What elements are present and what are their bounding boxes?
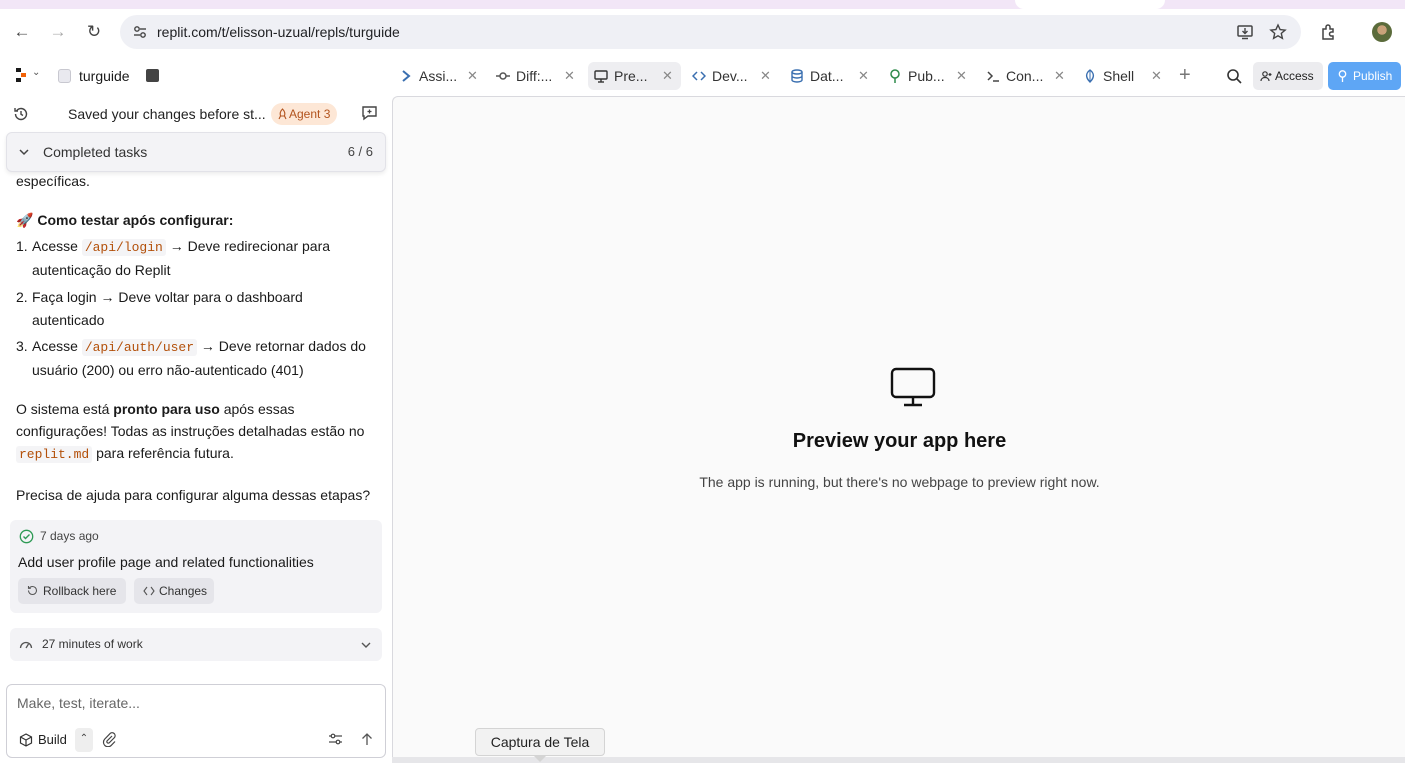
checkpoint-title: Add user profile page and related functi…	[18, 554, 314, 570]
work-duration-toggle[interactable]: 27 minutes of work	[10, 628, 382, 661]
browser-tab-strip	[0, 0, 1405, 9]
tab-devtools[interactable]: Dev... ✕	[686, 62, 776, 90]
chat-input-placeholder[interactable]: Make, test, iterate...	[17, 695, 140, 711]
check-circle-icon	[19, 529, 34, 544]
checkpoint-time: 7 days ago	[40, 529, 99, 543]
preview-title: Preview your app here	[792, 430, 1007, 452]
reload-icon[interactable]: ↻	[84, 22, 104, 42]
list-item: 3. Acesse /api/auth/user → Deve retornar…	[16, 338, 366, 378]
gauge-icon	[19, 641, 33, 649]
history-icon	[27, 585, 38, 596]
checkpoint-card: 7 days ago Add user profile page and rel…	[10, 520, 382, 613]
tooltip: Captura de Tela	[475, 728, 605, 756]
test-heading: 🚀 Como testar após configurar:	[16, 212, 234, 228]
chevron-up-icon[interactable]: ⌃	[75, 728, 93, 752]
tab-diff[interactable]: Diff:... ✕	[490, 62, 580, 90]
monitor-icon	[594, 70, 608, 83]
database-icon	[791, 69, 803, 83]
close-icon[interactable]: ✕	[467, 62, 478, 90]
question-text: Precisa de ajuda para configurar alguma …	[16, 487, 371, 503]
preview-pane: Preview your app here The app is running…	[392, 96, 1405, 759]
summary-paragraph: O sistema está pronto para uso após essa…	[16, 401, 365, 463]
user-plus-icon	[1260, 71, 1272, 82]
project-name[interactable]: turguide	[79, 68, 130, 84]
tab-database[interactable]: Dat... ✕	[784, 62, 874, 90]
message-text: específicas.	[16, 173, 90, 189]
tooltip-arrow	[534, 756, 546, 762]
close-icon[interactable]: ✕	[1151, 62, 1162, 90]
settings-sliders-icon[interactable]	[328, 732, 343, 746]
browser-toolbar: ← → ↻ replit.com/t/elisson-uzual/repls/t…	[0, 9, 1405, 55]
tab-console[interactable]: Con... ✕	[980, 62, 1070, 90]
close-icon[interactable]: ✕	[662, 62, 673, 90]
tab-publishing[interactable]: Pub... ✕	[882, 62, 972, 90]
bookmark-star-icon[interactable]	[1269, 23, 1287, 41]
rocket-icon: 🚀	[16, 212, 34, 228]
send-arrow-up-icon[interactable]	[360, 732, 374, 746]
new-chat-icon[interactable]	[361, 105, 378, 121]
rollback-button[interactable]: Rollback here	[18, 578, 126, 604]
git-commit-icon	[496, 72, 510, 80]
completed-tasks-toggle[interactable]: Completed tasks 6 / 6	[6, 132, 386, 172]
inline-code: /api/auth/user	[81, 339, 198, 356]
stop-button[interactable]	[146, 69, 159, 82]
list-item: 2. Faça login → Deve voltar para o dashb…	[16, 289, 303, 328]
agent-icon	[402, 70, 411, 82]
close-icon[interactable]: ✕	[1054, 62, 1065, 90]
monitor-icon	[890, 367, 936, 407]
close-icon[interactable]: ✕	[956, 62, 967, 90]
preview-subtitle: The app is running, but there's no webpa…	[699, 474, 1100, 490]
cube-icon	[19, 733, 33, 747]
list-item: 1. Acesse /api/login → Deve redirecionar…	[16, 238, 331, 278]
back-icon[interactable]: ←	[12, 22, 32, 42]
address-bar[interactable]: replit.com/t/elisson-uzual/repls/turguid…	[120, 15, 1301, 49]
project-icon	[58, 69, 71, 83]
tab-assistant[interactable]: Assi... ✕	[393, 62, 485, 90]
inline-code: replit.md	[16, 446, 93, 463]
close-icon[interactable]: ✕	[858, 62, 869, 90]
new-tab-plus-icon[interactable]: +	[1179, 64, 1191, 87]
search-icon[interactable]	[1226, 68, 1242, 84]
tab-preview[interactable]: Pre... ✕	[588, 62, 681, 90]
site-settings-icon[interactable]	[132, 24, 148, 40]
publish-button[interactable]: Publish	[1328, 62, 1401, 90]
chevron-down-icon[interactable]: ⌄	[32, 67, 40, 78]
publish-icon	[890, 69, 900, 83]
terminal-icon	[987, 71, 999, 82]
tab-shell[interactable]: Shell ✕	[1077, 62, 1167, 90]
app-header: ⌄ turguide Assi... ✕ Diff:... ✕ Pre... ✕…	[0, 56, 1405, 96]
chat-title[interactable]: Saved your changes before st...	[68, 106, 266, 122]
changes-button[interactable]: Changes	[134, 578, 214, 604]
close-icon[interactable]: ✕	[760, 62, 771, 90]
agent-badge[interactable]: Agent 3	[271, 103, 337, 125]
forward-icon[interactable]: →	[48, 22, 68, 42]
publish-icon	[1338, 70, 1347, 82]
agent-chat-panel: Saved your changes before st... Agent 3 …	[0, 96, 392, 763]
paperclip-icon[interactable]	[102, 732, 117, 747]
chevron-down-icon	[19, 149, 29, 156]
code-icon	[143, 586, 155, 596]
replit-logo-icon[interactable]	[16, 68, 28, 82]
close-icon[interactable]: ✕	[564, 62, 575, 90]
url-text[interactable]: replit.com/t/elisson-uzual/repls/turguid…	[157, 24, 400, 40]
agent-icon	[278, 108, 287, 120]
history-icon[interactable]	[13, 106, 29, 122]
chat-input[interactable]: Make, test, iterate... Build ⌃	[6, 684, 386, 758]
chevron-down-icon	[361, 642, 371, 648]
install-app-icon[interactable]	[1236, 23, 1254, 41]
shell-icon	[1085, 69, 1095, 83]
access-button[interactable]: Access	[1253, 62, 1323, 90]
inline-code: /api/login	[81, 239, 166, 256]
extensions-icon[interactable]	[1320, 23, 1338, 41]
profile-avatar[interactable]	[1372, 22, 1392, 42]
code-icon	[692, 71, 706, 81]
